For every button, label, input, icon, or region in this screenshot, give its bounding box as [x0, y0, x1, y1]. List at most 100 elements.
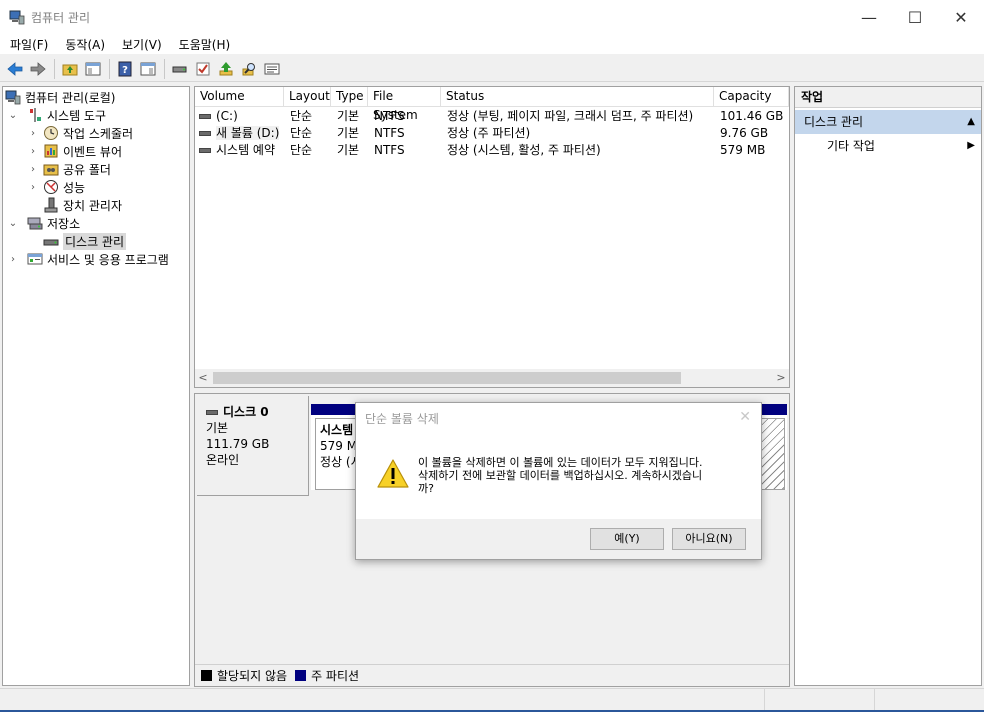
tree-label: 저장소 [47, 216, 81, 231]
actions-group-disk-management[interactable]: 디스크 관리 ▲ [795, 110, 981, 134]
disk-drive-icon [206, 410, 218, 415]
capacity-cell: 101.46 GB [720, 109, 784, 123]
performance-icon [43, 179, 59, 195]
chevron-down-icon[interactable]: ⌄ [7, 110, 19, 121]
layout-cell: 단순 [290, 109, 313, 123]
upload-icon[interactable] [215, 58, 237, 80]
table-row[interactable]: 시스템 예약 단순 기본 NTFS 정상 (시스템, 활성, 주 파티션) 57… [195, 142, 789, 159]
svg-text:?: ? [122, 65, 128, 76]
action-more-actions[interactable]: 기타 작업 ▶ [795, 136, 981, 156]
column-header-volume[interactable]: Volume [195, 87, 284, 107]
computer-management-icon [9, 9, 25, 25]
status-cell: 정상 (부팅, 페이지 파일, 크래시 덤프, 주 파티션) [447, 109, 694, 123]
menu-action[interactable]: 동작(A) [58, 36, 112, 53]
volume-drive-icon [199, 114, 211, 119]
horizontal-scrollbar[interactable]: < > [195, 369, 789, 387]
up-folder-icon[interactable] [59, 58, 81, 80]
window-title: 컴퓨터 관리 [31, 10, 91, 25]
volume-list: Volume Layout Type File System Status Ca… [194, 86, 790, 388]
shared-folder-icon [43, 161, 59, 177]
chevron-right-icon[interactable]: › [27, 182, 39, 193]
column-header-status[interactable]: Status [441, 87, 714, 107]
file-system-cell: NTFS [374, 143, 405, 157]
tree-item-system-tools[interactable]: ⌄ 시스템 도구 [7, 106, 106, 124]
show-hide-action-icon[interactable] [137, 58, 159, 80]
tree-item-task-scheduler[interactable]: › 작업 스케줄러 [27, 124, 133, 142]
title-bar: 컴퓨터 관리 — ☐ ✕ [0, 0, 984, 34]
chevron-right-icon[interactable]: › [27, 128, 39, 139]
collapse-up-icon[interactable]: ▲ [967, 110, 975, 134]
capacity-cell: 9.76 GB [720, 126, 769, 140]
tree-label: 컴퓨터 관리(로컬) [25, 90, 116, 105]
tree-item-services-applications[interactable]: › 서비스 및 응용 프로그램 [7, 250, 169, 268]
close-button[interactable]: ✕ [938, 0, 984, 34]
legend-swatch-primary [295, 670, 307, 681]
back-icon[interactable] [4, 58, 26, 80]
selected-partition-hatch[interactable] [759, 418, 785, 490]
file-system-cell: NTFS [374, 126, 405, 140]
column-header-file-system[interactable]: File System [368, 87, 441, 122]
type-cell: 기본 [337, 126, 360, 140]
search-icon[interactable] [238, 58, 260, 80]
legend-label-primary: 주 파티션 [311, 669, 360, 683]
dialog-close-button[interactable]: ✕ [739, 409, 751, 425]
tree-label: 이벤트 뷰어 [63, 144, 123, 159]
dialog-message-line: 삭제하기 전에 보관할 데이터를 백업하십시오. 계속하시겠습니 [418, 469, 703, 482]
device-manager-icon [43, 197, 59, 213]
type-cell: 기본 [337, 143, 360, 157]
tree-label: 시스템 도구 [47, 108, 107, 123]
minimize-button[interactable]: — [846, 0, 892, 34]
chevron-right-icon[interactable]: › [27, 146, 39, 157]
tree-item-shared-folders[interactable]: › 공유 폴더 [27, 160, 111, 178]
chevron-right-icon[interactable]: › [27, 164, 39, 175]
warning-icon [377, 459, 409, 488]
no-button[interactable]: 아니요(N) [672, 528, 746, 550]
tree-item-event-viewer[interactable]: › 이벤트 뷰어 [27, 142, 122, 160]
dialog-message-line: 이 볼륨을 삭제하면 이 볼륨에 있는 데이터가 모두 지워집니다. [418, 456, 703, 469]
table-row[interactable]: (C:) 단순 기본 NTFS 정상 (부팅, 페이지 파일, 크래시 덤프, … [195, 108, 789, 125]
scroll-right-button[interactable]: > [773, 369, 789, 387]
tree-item-device-manager[interactable]: 장치 관리자 [43, 196, 122, 214]
forward-icon[interactable] [27, 58, 49, 80]
disk-info[interactable]: 디스크 0 기본 111.79 GB 온라인 [197, 396, 309, 496]
chevron-down-icon[interactable]: ⌄ [7, 218, 19, 229]
tree-item-disk-management[interactable]: 디스크 관리 [43, 232, 127, 250]
tree-label: 성능 [63, 180, 86, 195]
capacity-cell: 579 MB [720, 143, 766, 157]
properties-icon[interactable] [261, 58, 283, 80]
disk-drive-icon[interactable] [169, 58, 191, 80]
table-row[interactable]: 새 볼륨 (D:) 단순 기본 NTFS 정상 (주 파티션) 9.76 GB [195, 125, 789, 142]
column-header-capacity[interactable]: Capacity [714, 87, 789, 107]
toolbar: ? [0, 56, 984, 82]
menu-help[interactable]: 도움말(H) [172, 36, 238, 53]
menu-file[interactable]: 파일(F) [3, 36, 55, 53]
column-header-layout[interactable]: Layout [284, 87, 331, 107]
scroll-left-button[interactable]: < [195, 369, 211, 387]
tree-item-root[interactable]: 컴퓨터 관리(로컬) [5, 88, 115, 106]
volume-drive-icon [199, 131, 211, 136]
actions-header: 작업 [795, 87, 981, 108]
tree-item-storage[interactable]: ⌄ 저장소 [7, 214, 80, 232]
tools-icon [27, 107, 43, 123]
check-icon[interactable] [192, 58, 214, 80]
tree-label: 서비스 및 응용 프로그램 [47, 252, 169, 267]
console-tree: 컴퓨터 관리(로컬) ⌄ 시스템 도구 › 작업 스케줄러 › 이벤트 뷰어 › [2, 86, 190, 686]
menu-view[interactable]: 보기(V) [115, 36, 169, 53]
delete-volume-dialog: 단순 볼륨 삭제 ✕ 이 볼륨을 삭제하면 이 볼륨에 있는 데이터가 모두 지… [355, 402, 762, 560]
scroll-thumb[interactable] [213, 372, 681, 384]
volume-cell: 새 볼륨 (D:) [195, 125, 280, 142]
disk-size: 111.79 GB [206, 437, 270, 451]
column-header-type[interactable]: Type [331, 87, 368, 107]
dialog-body: 이 볼륨을 삭제하면 이 볼륨에 있는 데이터가 모두 지워집니다. 삭제하기 … [356, 433, 761, 519]
yes-button[interactable]: 예(Y) [590, 528, 664, 550]
tree-label: 작업 스케줄러 [63, 126, 134, 141]
help-icon[interactable]: ? [114, 58, 136, 80]
chevron-right-icon[interactable]: › [7, 254, 19, 265]
disk-type: 기본 [206, 421, 229, 435]
show-hide-tree-icon[interactable] [82, 58, 104, 80]
tree-item-performance[interactable]: › 성능 [27, 178, 85, 196]
maximize-button[interactable]: ☐ [892, 0, 938, 34]
status-bar [0, 688, 984, 712]
computer-management-window: 컴퓨터 관리 — ☐ ✕ 파일(F) 동작(A) 보기(V) 도움말(H) ? [0, 0, 984, 712]
dialog-title-bar: 단순 볼륨 삭제 ✕ [356, 403, 761, 433]
